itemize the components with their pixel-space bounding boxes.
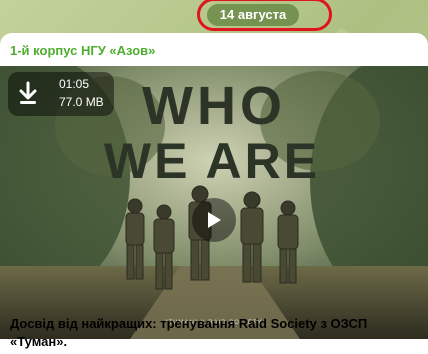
channel-name[interactable]: 1-й корпус НГУ «Азов»	[10, 43, 155, 58]
video-duration: 01:05	[59, 77, 90, 91]
poster-title-line2: WE ARE	[104, 133, 320, 189]
poster-title-line1: WHO	[142, 76, 286, 136]
highlight-annotation	[197, 0, 332, 31]
video-preview[interactable]: WHO WE ARE "TUMAN" X RAID SOCIETY 01:05 …	[0, 66, 428, 339]
download-icon	[19, 81, 37, 104]
caption-line-1: Досвід від найкращих: тренування Raid So…	[10, 316, 368, 331]
caption-line-2: «Туман».	[10, 334, 68, 349]
channel-message[interactable]: 1-й корпус НГУ «Азов» WHO WE ARE "TUMAN"…	[0, 33, 428, 354]
video-size: 77.0 MB	[59, 95, 104, 109]
message-caption: Досвід від найкращих: тренування Raid So…	[10, 315, 415, 351]
play-button[interactable]	[192, 198, 236, 242]
download-button[interactable]	[13, 77, 43, 109]
play-icon	[208, 212, 221, 228]
